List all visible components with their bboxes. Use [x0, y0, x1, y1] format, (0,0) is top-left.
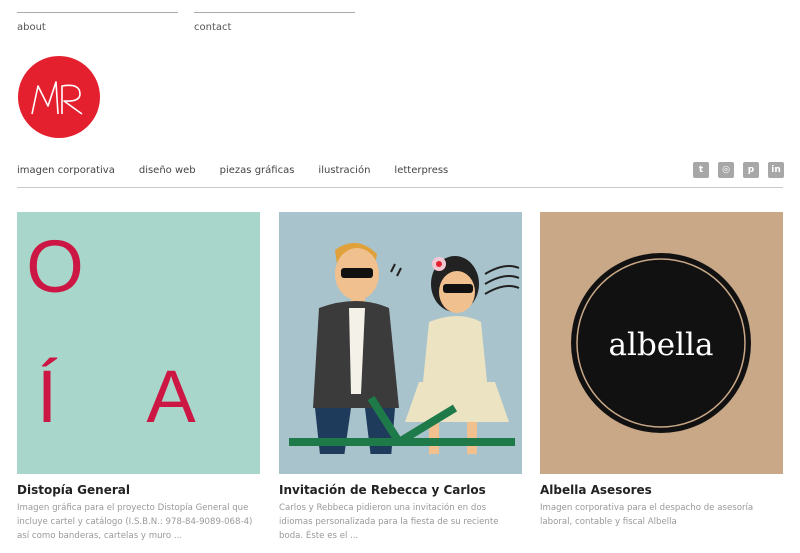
albella-wordmark: albella [609, 327, 714, 363]
social-links: t ◎ p in [693, 162, 784, 178]
nav-item-diseno-web[interactable]: diseño web [139, 165, 196, 179]
pinterest-icon[interactable]: p [743, 162, 759, 178]
top-links: about contact [17, 12, 357, 36]
mr-monogram [31, 81, 83, 115]
project-thumbnail-distopia[interactable]: O Í A [17, 212, 260, 474]
project-title[interactable]: Distopía General [17, 483, 260, 497]
thumb-letter: O [26, 225, 84, 308]
project-thumbnail-invitacion[interactable] [279, 212, 522, 474]
thumb-letter: A [146, 355, 196, 438]
twitter-icon[interactable]: t [693, 162, 709, 178]
thumb-letter: Í [37, 355, 58, 438]
nav-item-letterpress[interactable]: letterpress [394, 165, 448, 179]
project-card: O Í A Distopía General Imagen gráfica pa… [17, 212, 260, 543]
project-description: Imagen corporativa para el despacho de a… [540, 503, 754, 527]
nav-item-piezas-graficas[interactable]: piezas gráficas [220, 165, 295, 179]
linkedin-icon[interactable]: in [768, 162, 784, 178]
project-description: Imagen gráfica para el proyecto Distopía… [17, 503, 253, 541]
project-card: albella Albella Asesores Imagen corporat… [540, 212, 783, 529]
about-link[interactable]: about [17, 12, 178, 33]
contact-link[interactable]: contact [194, 12, 355, 33]
project-card: Invitación de Rebecca y Carlos Carlos y … [279, 212, 522, 543]
project-title[interactable]: Albella Asesores [540, 483, 783, 497]
logo[interactable] [18, 56, 100, 138]
project-title[interactable]: Invitación de Rebecca y Carlos [279, 483, 522, 497]
nav-item-imagen-corporativa[interactable]: imagen corporativa [17, 165, 115, 179]
main-nav: imagen corporativa diseño web piezas grá… [17, 165, 472, 179]
nav-divider [17, 187, 783, 188]
nav-item-ilustracion[interactable]: ilustración [318, 165, 370, 179]
project-description: Carlos y Rebbeca pidieron una invitación… [279, 503, 499, 541]
instagram-icon[interactable]: ◎ [718, 162, 734, 178]
project-thumbnail-albella[interactable]: albella [540, 212, 783, 474]
